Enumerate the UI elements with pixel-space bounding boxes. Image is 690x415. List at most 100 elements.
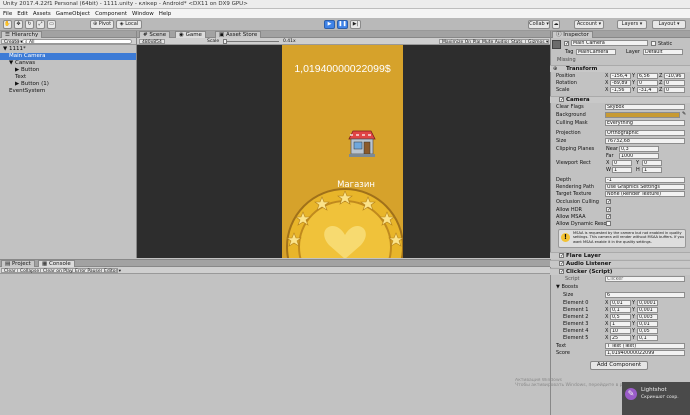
hierarchy-item[interactable]: ▶ Button [0, 67, 136, 74]
layer-dropdown[interactable]: Default [643, 49, 683, 55]
account-dropdown[interactable]: Account ▾ [574, 20, 604, 29]
clear-on-play-toggle[interactable]: Clear on Play [40, 268, 76, 274]
flare-layer-header[interactable]: Flare Layer [550, 252, 690, 259]
tag-dropdown[interactable]: MainCamera [576, 49, 616, 55]
move-tool-button[interactable]: ✥ [14, 20, 23, 29]
hierarchy-item[interactable]: ▼ Canvas [0, 60, 136, 67]
clear-flags-dropdown[interactable]: Skybox [605, 104, 685, 110]
target-texture-field[interactable]: None (Render Texture) [605, 191, 685, 197]
tab-hierarchy[interactable]: ☰ Hierarchy [1, 31, 43, 38]
hand-tool-button[interactable]: ✋ [3, 20, 12, 29]
boost-x-field[interactable]: 10 [610, 328, 631, 334]
shop-button[interactable] [347, 127, 377, 159]
pivot-button[interactable]: ⊕ Pivot [90, 20, 114, 29]
transform-x-field[interactable]: -89,89 [610, 80, 631, 86]
projection-dropdown[interactable]: Orthographic [605, 130, 685, 136]
tab-project[interactable]: ▤ Project [1, 260, 35, 267]
menu-item-gameobject[interactable]: GameObject [56, 11, 90, 17]
clicker-script-header[interactable]: Clicker (Script) [550, 268, 690, 275]
tab-scene[interactable]: # Scene [139, 31, 171, 38]
size-field[interactable]: 76732,68 [605, 138, 685, 144]
create-dropdown[interactable]: Create ▾ [1, 39, 23, 45]
transform-z-field[interactable]: -10,96 [664, 73, 685, 79]
menu-item-file[interactable]: File [3, 11, 12, 17]
flare-layer-checkbox[interactable]: ✓ [559, 253, 564, 259]
menu-item-window[interactable]: Window [132, 11, 154, 17]
rotate-tool-button[interactable]: ↻ [25, 20, 34, 29]
collab-button[interactable]: Collab ▾ [528, 20, 550, 29]
boosts-label[interactable]: ▼ Boosts [556, 284, 578, 290]
boost-y-field[interactable]: 0,001 [637, 307, 658, 313]
hierarchy-item[interactable]: EventSystem [0, 88, 136, 95]
boost-y-field[interactable]: 0,01 [637, 321, 658, 327]
transform-z-field[interactable]: 0 [664, 80, 685, 86]
menu-item-help[interactable]: Help [159, 11, 172, 17]
transform-x-field[interactable]: -156,4 [610, 73, 631, 79]
scale-tool-button[interactable]: ⤢ [36, 20, 45, 29]
mute-audio-toggle[interactable]: Mute Audio [479, 39, 511, 45]
cloud-button[interactable]: ☁ [552, 20, 560, 29]
object-active-checkbox[interactable]: ✓ [564, 41, 569, 47]
menu-item-edit[interactable]: Edit [17, 11, 28, 17]
menu-item-assets[interactable]: Assets [33, 11, 51, 17]
depth-field[interactable]: -1 [605, 177, 685, 183]
boost-y-field[interactable]: 0,05 [637, 328, 658, 334]
hierarchy-item[interactable]: ▼ 1111* [0, 46, 136, 53]
lightshot-notification[interactable]: ✎ Lightshot Скриншот сохр. [622, 382, 690, 415]
culling-mask-dropdown[interactable]: Everything [605, 120, 685, 126]
collapse-toggle[interactable]: Collapse [17, 268, 43, 274]
score-field[interactable]: 1,01940000022099 [605, 350, 685, 356]
add-component-button[interactable]: Add Component [590, 361, 648, 370]
transform-y-field[interactable]: -31,4 [637, 87, 658, 93]
allow-hdr-checkbox[interactable]: ✓ [606, 207, 611, 213]
layout-dropdown[interactable]: Layout ▾ [652, 20, 686, 29]
near-field[interactable]: 0,3 [619, 146, 659, 152]
camera-header[interactable]: Camera [550, 96, 690, 103]
boost-y-field[interactable]: 0,003 [637, 314, 658, 320]
stats-toggle[interactable]: Stats [508, 39, 526, 45]
occlusion-culling-checkbox[interactable]: ✓ [606, 199, 611, 205]
object-name-field[interactable]: Main Camera [571, 40, 648, 46]
editor-dropdown[interactable]: Editor ▾ [101, 268, 121, 274]
boost-y-field[interactable]: 0,1 [637, 335, 658, 341]
tab-game[interactable]: ◉ Game [175, 31, 206, 38]
transform-y-field[interactable]: 6,56 [637, 73, 658, 79]
menu-item-component[interactable]: Component [95, 11, 127, 17]
scale-slider[interactable] [223, 39, 279, 44]
tab-asset-store[interactable]: ▣ Asset Store [215, 31, 262, 38]
viewport-x-field[interactable]: 0 [612, 160, 632, 166]
eyedropper-icon[interactable]: ✎ [682, 111, 686, 117]
allow-msaa-checkbox[interactable]: ✓ [606, 214, 611, 220]
transform-header[interactable]: Transform [550, 65, 690, 72]
boost-x-field[interactable]: 0,5 [610, 314, 631, 320]
tab-inspector[interactable]: ⓘ Inspector [552, 31, 593, 38]
boost-x-field[interactable]: 1 [610, 321, 631, 327]
rect-tool-button[interactable]: ▭ [47, 20, 56, 29]
gizmos-dropdown[interactable]: Gizmos ▾ [525, 39, 549, 45]
resolution-dropdown[interactable]: 480x854 [139, 39, 165, 45]
transform-x-field[interactable]: -1,56 [610, 87, 631, 93]
hierarchy-item[interactable]: ▶ Button (1) [0, 81, 136, 88]
game-screen[interactable]: 1,01940000022099$ Магазин [282, 45, 403, 258]
text-reference-field[interactable]: T Text (Text) [605, 343, 685, 349]
scale-slider-handle[interactable] [223, 39, 227, 44]
pause-button[interactable]: ❚❚ [337, 20, 348, 29]
viewport-h-field[interactable]: 1 [642, 167, 662, 173]
viewport-y-field[interactable]: 0 [642, 160, 662, 166]
hierarchy-search[interactable]: ⌕ All [22, 39, 132, 45]
local-button[interactable]: ◈ Local [116, 20, 142, 29]
boost-y-field[interactable]: 0,0001 [637, 300, 658, 306]
rendering-path-dropdown[interactable]: Use Graphics Settings [605, 184, 685, 190]
step-button[interactable]: ▶| [350, 20, 361, 29]
audio-listener-checkbox[interactable]: ✓ [559, 261, 564, 267]
transform-y-field[interactable]: 0 [637, 80, 658, 86]
boosts-size-field[interactable]: 6 [605, 292, 685, 298]
allow-dynamic-resolution-checkbox[interactable] [606, 221, 611, 226]
clicker-script-checkbox[interactable]: ✓ [559, 269, 564, 275]
game-view[interactable]: 1,01940000022099$ Магазин [137, 45, 550, 258]
error-pause-toggle[interactable]: Error Pause [72, 268, 104, 274]
hierarchy-item[interactable]: Main Camera [0, 53, 136, 60]
far-field[interactable]: 1000 [619, 153, 659, 159]
static-checkbox[interactable] [651, 41, 656, 46]
boost-x-field[interactable]: 25 [610, 335, 631, 341]
